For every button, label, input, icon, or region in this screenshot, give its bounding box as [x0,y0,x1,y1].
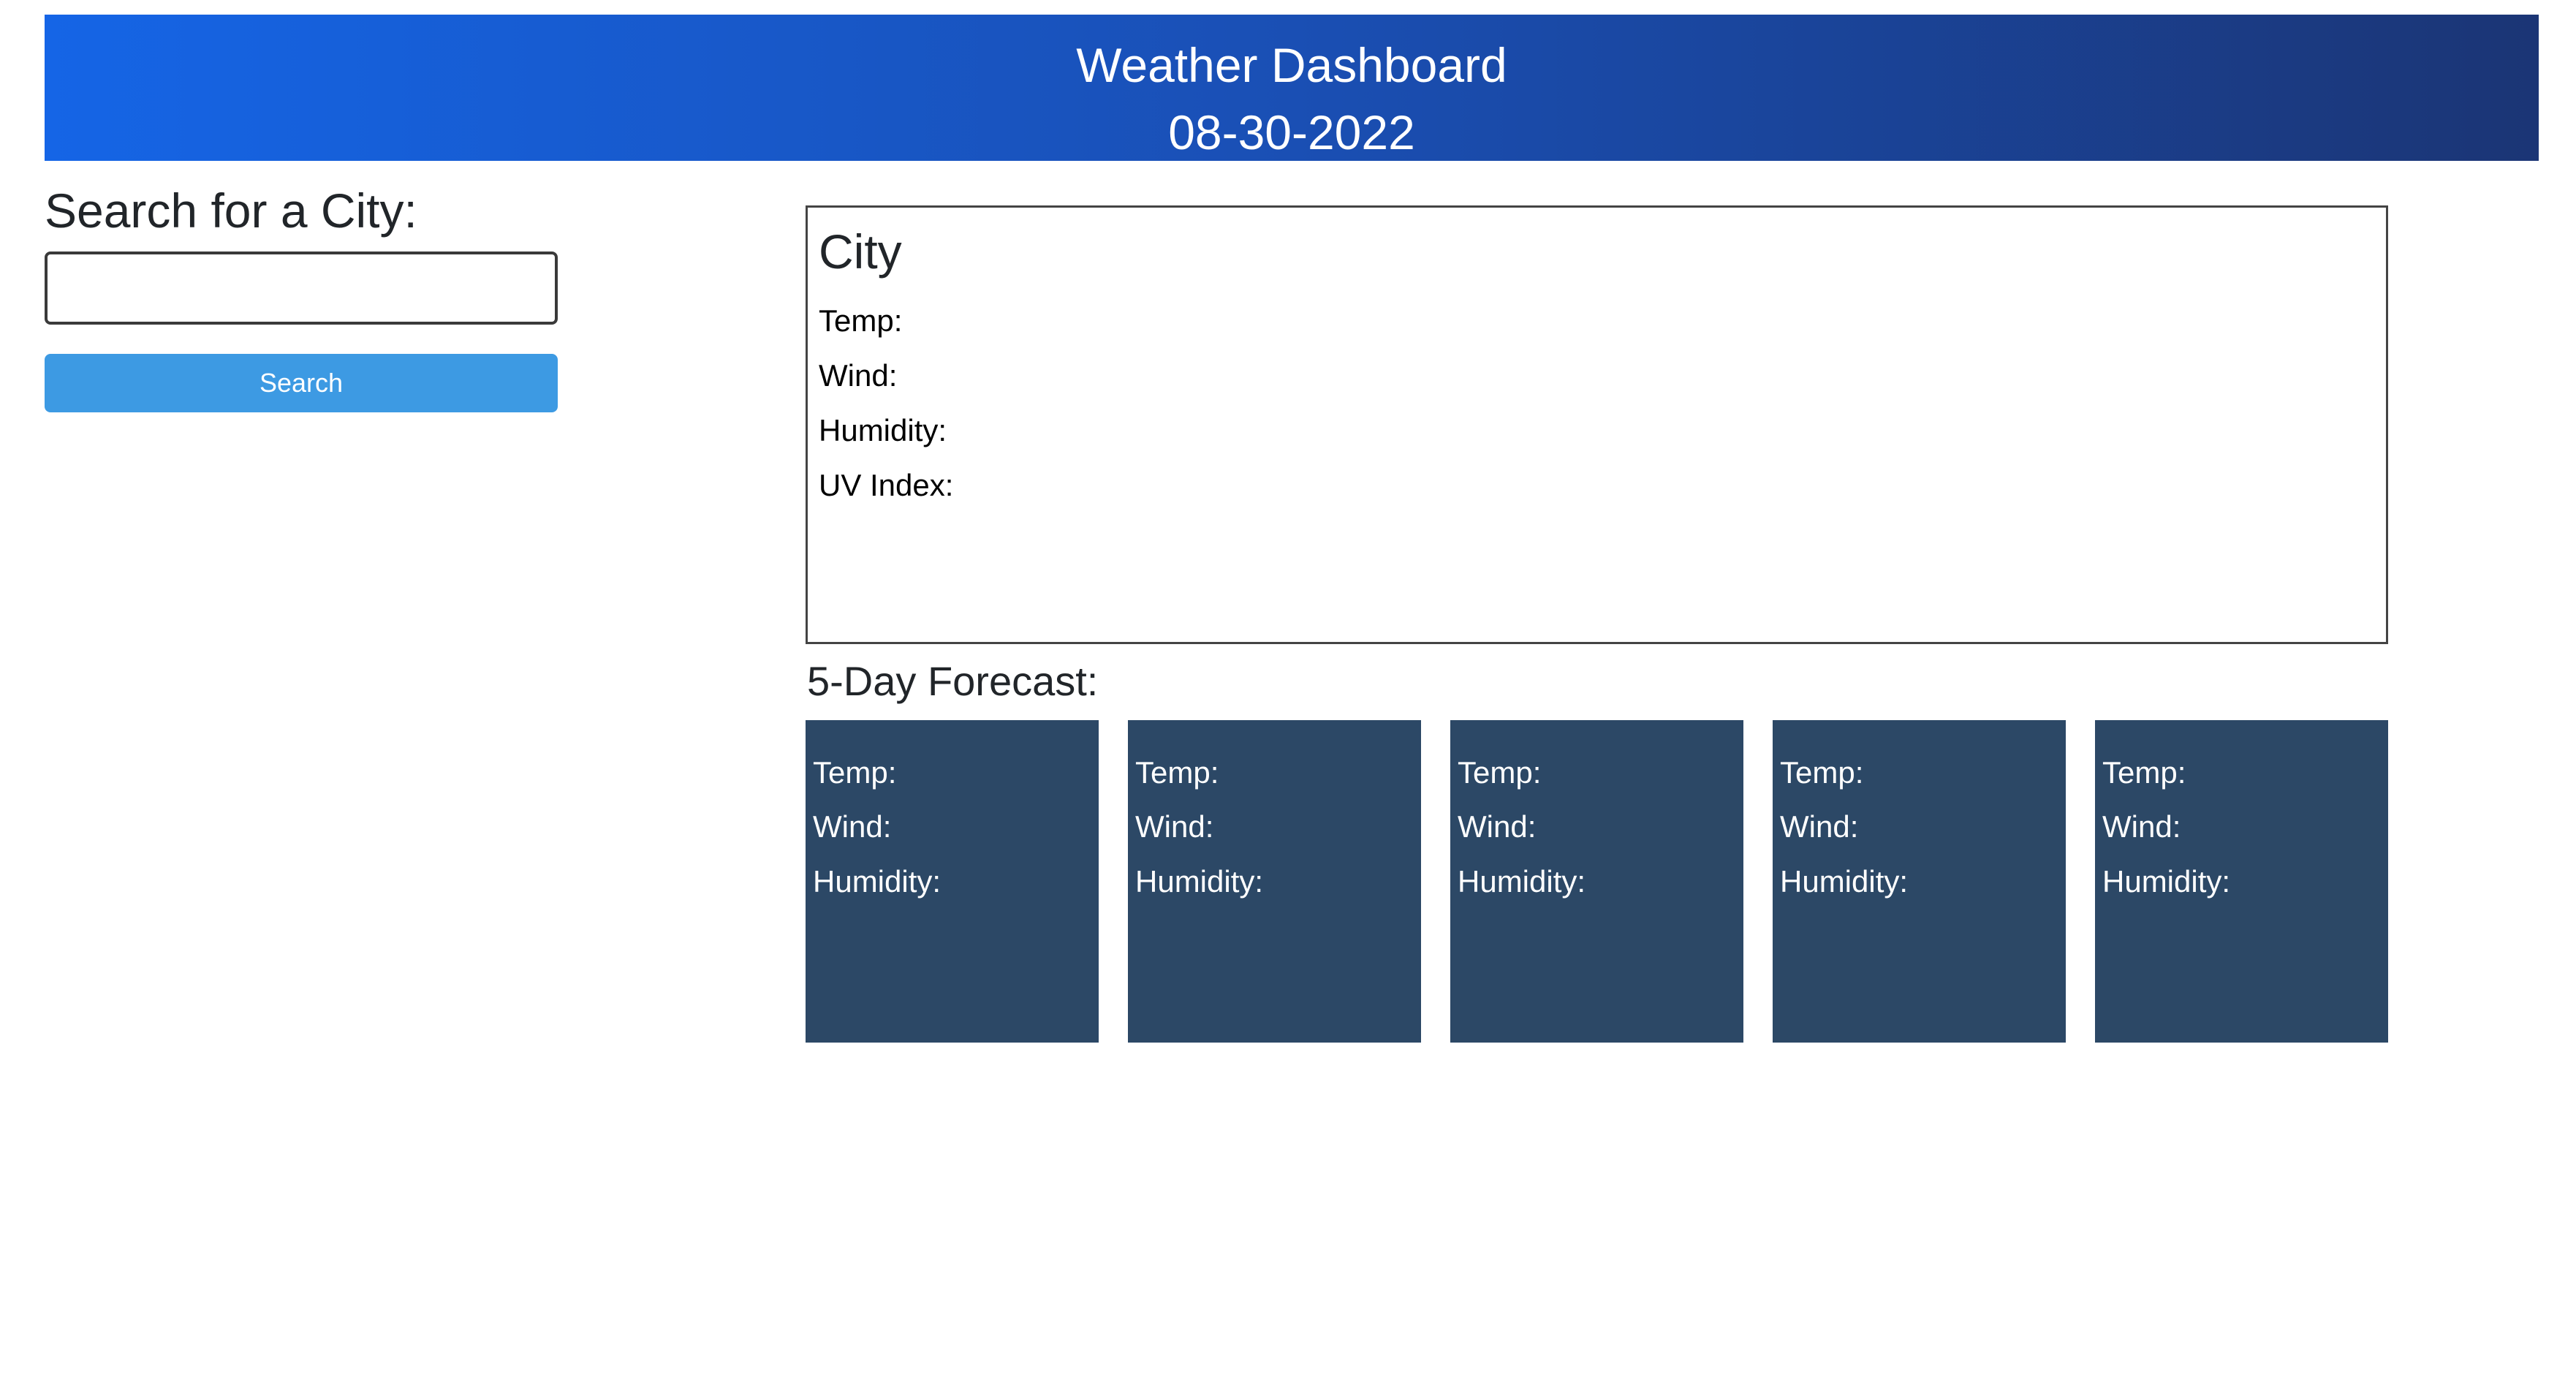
forecast-card: Temp: Wind: Humidity: [1128,720,1421,1043]
forecast-temp: Temp: [1780,755,1864,790]
forecast-card: Temp: Wind: Humidity: [1450,720,1743,1043]
search-heading: Search for a City: [45,184,417,238]
forecast-humidity: Humidity: [813,864,942,899]
search-button[interactable]: Search [45,354,558,412]
forecast-humidity: Humidity: [1780,864,1909,899]
forecast-wind: Wind: [1135,809,1214,844]
forecast-temp: Temp: [1135,755,1219,790]
current-humidity: Humidity: [819,413,947,447]
forecast-wind: Wind: [2102,809,2181,844]
current-temp: Temp: [819,303,903,338]
forecast-humidity: Humidity: [1135,864,1264,899]
forecast-wind: Wind: [813,809,892,844]
current-date: 08-30-2022 [1168,105,1415,159]
current-weather-card: City Temp: Wind: Humidity: UV Index: [806,205,2388,644]
forecast-card: Temp: Wind: Humidity: [2095,720,2388,1043]
forecast-heading: 5-Day Forecast: [807,658,1099,704]
current-uv-index: UV Index: [819,468,954,502]
forecast-humidity: Humidity: [1458,864,1586,899]
city-search-input[interactable] [45,252,558,325]
current-wind: Wind: [819,358,898,393]
forecast-card: Temp: Wind: Humidity: [806,720,1099,1043]
forecast-temp: Temp: [2102,755,2186,790]
forecast-card: Temp: Wind: Humidity: [1773,720,2066,1043]
page-title: Weather Dashboard [1076,38,1507,92]
forecast-temp: Temp: [1458,755,1542,790]
forecast-humidity: Humidity: [2102,864,2231,899]
forecast-wind: Wind: [1780,809,1859,844]
forecast-wind: Wind: [1458,809,1537,844]
current-city-name: City [819,224,902,279]
forecast-temp: Temp: [813,755,897,790]
page-header: Weather Dashboard 08-30-2022 [45,15,2539,161]
